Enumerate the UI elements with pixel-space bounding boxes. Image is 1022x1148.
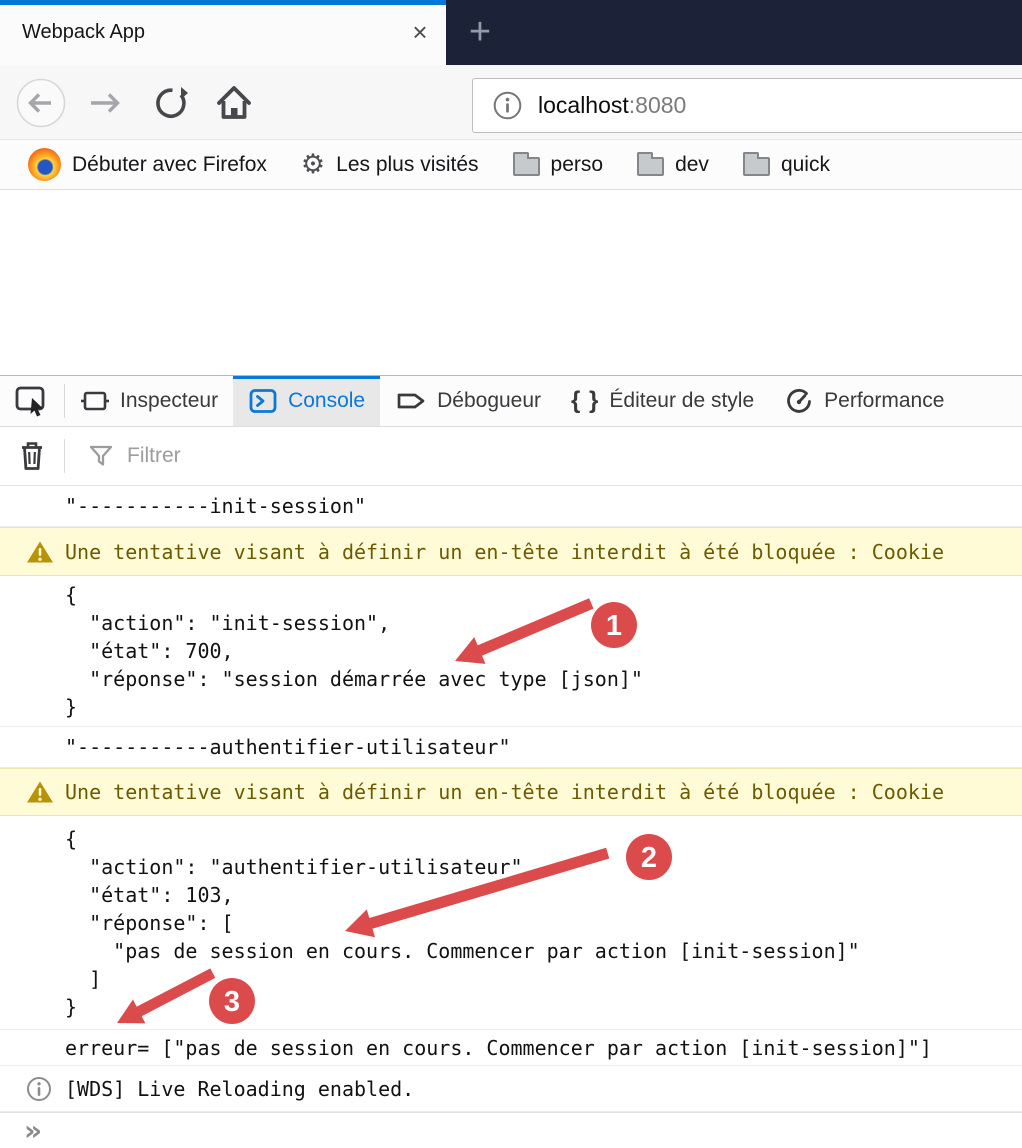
inspector-icon (80, 386, 110, 416)
navigation-toolbar: localhost:8080 (0, 65, 1022, 140)
console-info-row[interactable]: [WDS] Live Reloading enabled. (0, 1066, 1022, 1112)
tab-editeur-de-style[interactable]: { } Éditeur de style (556, 376, 769, 426)
firefox-window: Webpack App × + (0, 0, 1022, 1148)
console-icon (248, 387, 278, 415)
bookmark-label: quick (781, 153, 830, 177)
tab-label: Éditeur de style (609, 389, 754, 413)
home-button[interactable] (210, 65, 258, 140)
back-arrow-icon (16, 78, 66, 128)
forward-arrow-icon (84, 82, 126, 124)
warning-icon (26, 780, 54, 805)
pick-element-button[interactable] (0, 376, 64, 426)
bookmark-folder-quick[interactable]: quick (743, 153, 830, 177)
console-json-row[interactable]: { "action": "authentifier-utilisateur", … (0, 816, 1022, 1030)
tab-debogueur[interactable]: Débogueur (380, 376, 556, 426)
console-log-row[interactable]: "-----------init-session" (0, 486, 1022, 527)
url-text[interactable]: localhost:8080 (538, 92, 686, 119)
console-warning-row[interactable]: Une tentative visant à définir un en-têt… (0, 527, 1022, 576)
warning-icon (26, 539, 54, 564)
tab-strip: Webpack App × + (0, 0, 1022, 65)
url-bar[interactable]: localhost:8080 (472, 78, 1022, 133)
debugger-icon (395, 387, 427, 415)
filter-placeholder: Filtrer (127, 444, 181, 468)
active-tab-accent (0, 0, 446, 5)
tab-label: Console (288, 389, 365, 413)
log-text: "-----------authentifier-utilisateur" (0, 733, 511, 761)
info-text: [WDS] Live Reloading enabled. (0, 1075, 414, 1103)
info-icon (26, 1076, 52, 1102)
trash-icon (17, 440, 47, 472)
json-line: "pas de session en cours. Commencer par … (65, 937, 860, 965)
back-button[interactable] (16, 65, 66, 140)
json-line: { (65, 825, 860, 853)
json-line: } (65, 693, 643, 721)
forward-button[interactable] (82, 65, 128, 140)
gear-icon: ⚙ (301, 151, 325, 178)
folder-icon (513, 157, 540, 176)
log-text: "-----------init-session" (0, 492, 366, 520)
filter-funnel-icon (87, 443, 115, 469)
bookmark-folder-dev[interactable]: dev (637, 153, 709, 177)
tab-label: Débogueur (437, 389, 541, 413)
console-log-row[interactable]: "-----------authentifier-utilisateur" (0, 727, 1022, 768)
bookmark-debuter-avec-firefox[interactable]: Débuter avec Firefox (28, 148, 267, 181)
firefox-logo-icon (28, 148, 61, 181)
toolbar-divider (64, 439, 65, 473)
clear-console-button[interactable] (0, 440, 64, 472)
folder-icon (743, 157, 770, 176)
warning-text: Une tentative visant à définir un en-têt… (0, 538, 944, 566)
pick-element-icon (15, 385, 49, 417)
site-info-icon[interactable] (493, 91, 522, 120)
console-error-row[interactable]: erreur= ["pas de session en cours. Comme… (0, 1030, 1022, 1066)
error-text: erreur= ["pas de session en cours. Comme… (0, 1034, 932, 1062)
browser-tab-webpack-app[interactable]: Webpack App × (0, 0, 446, 65)
console-prompt-icon: » (0, 1114, 40, 1147)
tab-inspecteur[interactable]: Inspecteur (65, 376, 233, 426)
folder-icon (637, 157, 664, 176)
tab-console[interactable]: Console (233, 376, 380, 426)
json-line: "état": 700, (65, 637, 643, 665)
tab-label: Inspecteur (120, 389, 218, 413)
json-line: "action": "authentifier-utilisateur", (65, 853, 860, 881)
json-line: ] (65, 965, 860, 993)
json-line: "état": 103, (65, 881, 860, 909)
bookmark-les-plus-visites[interactable]: ⚙ Les plus visités (301, 151, 479, 178)
tab-label: Performance (824, 389, 944, 413)
console-output: "-----------init-session" Une tentative … (0, 486, 1022, 1148)
tab-close-icon[interactable]: × (400, 17, 440, 48)
page-content (0, 190, 1022, 375)
json-line: "action": "init-session", (65, 609, 643, 637)
home-icon (213, 82, 255, 124)
devtools-panel: Inspecteur Console Débogueur { } Éditeur… (0, 375, 1022, 1148)
json-line: } (65, 993, 860, 1021)
bookmarks-toolbar: Débuter avec Firefox ⚙ Les plus visités … (0, 140, 1022, 190)
reload-button[interactable] (148, 65, 194, 140)
console-toolbar: Filtrer (0, 427, 1022, 486)
tab-performance[interactable]: Performance (769, 376, 959, 426)
bookmark-label: perso (551, 153, 604, 177)
braces-icon: { } (571, 387, 599, 415)
json-line: "réponse": [ (65, 909, 860, 937)
json-line: "réponse": "session démarrée avec type [… (65, 665, 643, 693)
bookmark-label: Débuter avec Firefox (72, 153, 267, 177)
bookmark-label: Les plus visités (336, 153, 478, 177)
console-warning-row[interactable]: Une tentative visant à définir un en-têt… (0, 768, 1022, 816)
reload-icon (151, 83, 191, 123)
performance-icon (784, 386, 814, 416)
warning-text: Une tentative visant à définir un en-têt… (0, 778, 944, 806)
json-line: { (65, 581, 643, 609)
url-host: localhost (538, 92, 629, 118)
tab-title: Webpack App (22, 21, 400, 44)
console-json-row[interactable]: { "action": "init-session", "état": 700,… (0, 576, 1022, 727)
url-port: :8080 (629, 92, 687, 118)
console-input-row[interactable]: » (0, 1112, 1022, 1148)
filter-input[interactable]: Filtrer (87, 443, 181, 469)
new-tab-button[interactable]: + (452, 0, 508, 65)
bookmark-label: dev (675, 153, 709, 177)
devtools-tab-bar: Inspecteur Console Débogueur { } Éditeur… (0, 376, 1022, 427)
bookmark-folder-perso[interactable]: perso (513, 153, 604, 177)
